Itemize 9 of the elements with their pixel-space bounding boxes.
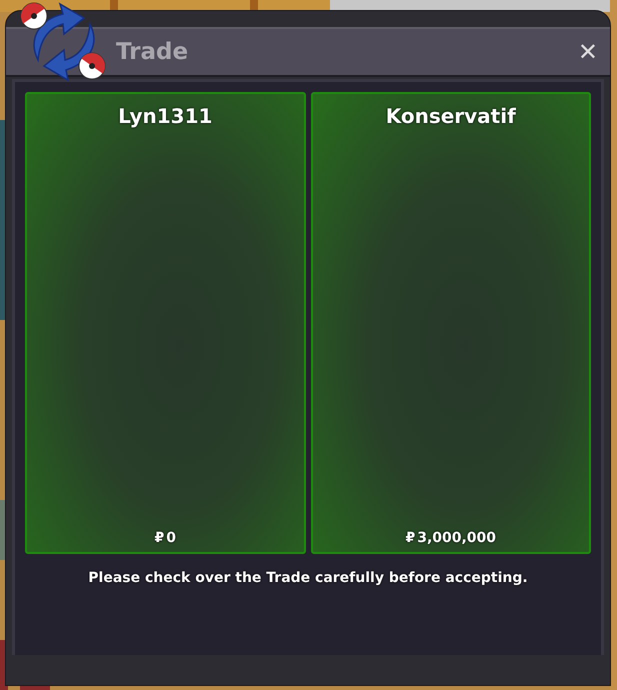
money-amount: 3,000,000 — [417, 530, 496, 546]
window-title: Trade — [116, 39, 188, 65]
trader-name: Lyn1311 — [118, 104, 212, 128]
notice-text: Please check over the Trade carefully before accepting. — [87, 570, 529, 586]
currency-symbol: ₽ — [154, 530, 164, 546]
close-button[interactable]: ✕ — [574, 38, 602, 66]
money-amount: 0 — [166, 530, 176, 546]
currency-symbol: ₽ — [405, 530, 416, 546]
trader-name: Konservatif — [386, 104, 516, 128]
